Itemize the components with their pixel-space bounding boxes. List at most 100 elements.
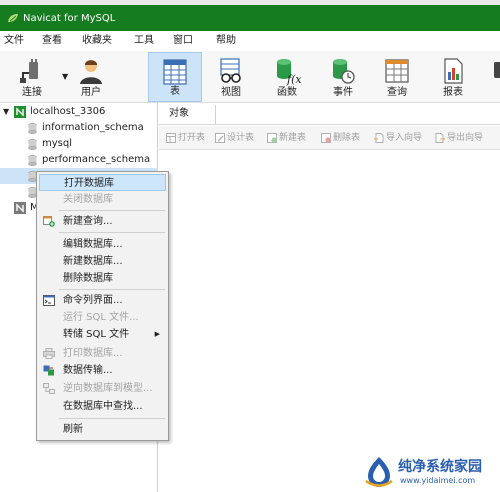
menu-tools[interactable]: 工具 <box>134 35 154 47</box>
model-icon <box>43 383 55 394</box>
menu-close-database-label: 关闭数据库 <box>63 194 113 205</box>
menu-new-query[interactable]: 新建查询... <box>39 213 166 230</box>
function-fx-icon: f(x) <box>277 59 302 86</box>
tab-strip: 对象 <box>159 103 500 125</box>
expanded-caret-icon[interactable]: ▼ <box>3 104 9 120</box>
menu-separator <box>59 210 165 211</box>
tree-db-information-schema[interactable]: information_schema <box>0 120 158 136</box>
table-button[interactable]: 表 <box>148 52 202 102</box>
query-button[interactable]: 查询 <box>370 52 424 102</box>
menu-new-database[interactable]: 新建数据库... <box>39 253 166 270</box>
open-table-icon <box>166 133 176 143</box>
printer-icon <box>43 348 55 359</box>
import-wizard-button[interactable]: 导入向导 <box>374 131 432 145</box>
user-label: 用户 <box>81 87 101 98</box>
delete-table-label: 删除表 <box>333 133 361 143</box>
menu-bar: 文件 查看 收藏夹 工具 窗口 帮助 <box>0 31 500 51</box>
menu-open-database[interactable]: 打开数据库 <box>39 174 166 191</box>
delete-table-icon <box>321 133 331 143</box>
view-button[interactable]: 视图 <box>204 52 258 102</box>
design-table-icon <box>215 133 225 143</box>
objects-toolbar: 打开表 设计表 新建表 删除表 导入向导 导出向导 <box>159 126 500 150</box>
view-label: 视图 <box>221 87 241 98</box>
database-context-menu: 打开数据库 关闭数据库 新建查询... 编辑数据库... 新建数据库... 删除… <box>36 171 169 441</box>
new-table-button[interactable]: 新建表 <box>267 131 315 145</box>
database-name: performance_schema <box>42 154 151 165</box>
menu-delete-database[interactable]: 删除数据库 <box>39 270 166 287</box>
svg-text:f(x): f(x) <box>286 73 302 86</box>
table-grid-icon <box>163 59 187 85</box>
menu-favorites[interactable]: 收藏夹 <box>82 35 112 47</box>
menu-run-sql-file[interactable]: 运行 SQL 文件... <box>39 309 166 326</box>
new-table-label: 新建表 <box>279 133 307 143</box>
design-table-button[interactable]: 设计表 <box>215 131 263 145</box>
event-clock-icon <box>333 59 355 84</box>
menu-dump-sql-file[interactable]: 转储 SQL 文件 ▶ <box>39 326 166 343</box>
menu-print-database[interactable]: 打印数据库... <box>39 345 166 362</box>
console-icon <box>43 295 55 306</box>
menu-find-in-database[interactable]: 在数据库中查找... <box>39 398 166 415</box>
menu-window[interactable]: 窗口 <box>173 35 193 47</box>
window-title: Navicat for MySQL <box>23 13 116 24</box>
submenu-arrow-icon: ▶ <box>154 330 160 338</box>
menu-reverse-to-model-label: 逆向数据库到模型... <box>63 383 153 394</box>
menu-separator <box>59 289 165 290</box>
menu-data-transfer[interactable]: 数据传输... <box>39 362 166 379</box>
menu-refresh[interactable]: 刷新 <box>39 421 166 438</box>
view-glasses-icon <box>220 58 241 83</box>
user-button[interactable]: 用户 <box>64 52 118 102</box>
report-document-icon <box>444 58 463 84</box>
tree-db-performance-schema[interactable]: performance_schema <box>0 152 158 168</box>
menu-open-database-label: 打开数据库 <box>64 178 114 189</box>
menu-print-database-label: 打印数据库... <box>63 348 123 359</box>
menu-separator <box>59 418 165 419</box>
report-label: 报表 <box>443 87 463 98</box>
database-icon <box>28 155 37 166</box>
new-table-icon <box>267 133 277 143</box>
menu-edit-database[interactable]: 编辑数据库... <box>39 236 166 253</box>
export-wizard-button[interactable]: 导出向导 <box>435 131 497 145</box>
function-label: 函数 <box>277 87 297 98</box>
function-button[interactable]: f(x) 函数 <box>260 52 314 102</box>
delete-table-button[interactable]: 删除表 <box>321 131 369 145</box>
import-icon <box>374 133 384 143</box>
connect-label: 连接 <box>22 87 42 98</box>
table-label: 表 <box>170 86 180 97</box>
database-icon <box>28 123 37 134</box>
event-label: 事件 <box>333 87 353 98</box>
connect-button[interactable]: 连接 ▼ <box>5 52 68 102</box>
main-toolbar: 连接 ▼ 用户 表 视图 f(x 函数 事件 查询 报表 <box>0 51 500 103</box>
report-button[interactable]: 报表 <box>426 52 480 102</box>
menu-console[interactable]: 命令列界面... <box>39 292 166 309</box>
event-button[interactable]: 事件 <box>316 52 370 102</box>
more-toolbar-button[interactable] <box>484 52 500 102</box>
user-icon <box>80 60 102 84</box>
menu-refresh-label: 刷新 <box>63 424 83 435</box>
tree-connection-row[interactable]: ▼ localhost_3306 <box>0 104 158 120</box>
menu-new-query-label: 新建查询... <box>63 216 113 227</box>
tab-objects[interactable]: 对象 <box>169 106 189 122</box>
export-icon <box>435 133 445 143</box>
new-query-icon <box>43 216 55 227</box>
data-transfer-icon <box>43 365 54 376</box>
menu-file[interactable]: 文件 <box>4 35 24 47</box>
menu-help[interactable]: 帮助 <box>216 35 236 47</box>
database-name: information_schema <box>42 122 144 133</box>
tree-db-mysql[interactable]: mysql <box>0 136 158 152</box>
connect-plug-icon <box>20 59 38 83</box>
menu-edit-database-label: 编辑数据库... <box>63 239 123 250</box>
overflow-tool-icon <box>494 62 500 78</box>
open-table-label: 打开表 <box>178 133 206 143</box>
menu-find-in-database-label: 在数据库中查找... <box>63 401 143 412</box>
design-table-label: 设计表 <box>227 133 255 143</box>
watermark-url: www.yidaimei.com <box>400 476 476 485</box>
menu-dump-sql-file-label: 转储 SQL 文件 <box>63 329 130 340</box>
tab-divider <box>215 105 216 124</box>
menu-reverse-to-model[interactable]: 逆向数据库到模型... <box>39 380 166 397</box>
menu-view[interactable]: 查看 <box>42 35 62 47</box>
watermark-name: 纯净系统家园 <box>398 459 482 475</box>
connection-inactive-icon <box>14 202 26 214</box>
open-table-button[interactable]: 打开表 <box>166 131 210 145</box>
menu-close-database[interactable]: 关闭数据库 <box>39 191 166 208</box>
menu-run-sql-file-label: 运行 SQL 文件... <box>63 312 139 323</box>
